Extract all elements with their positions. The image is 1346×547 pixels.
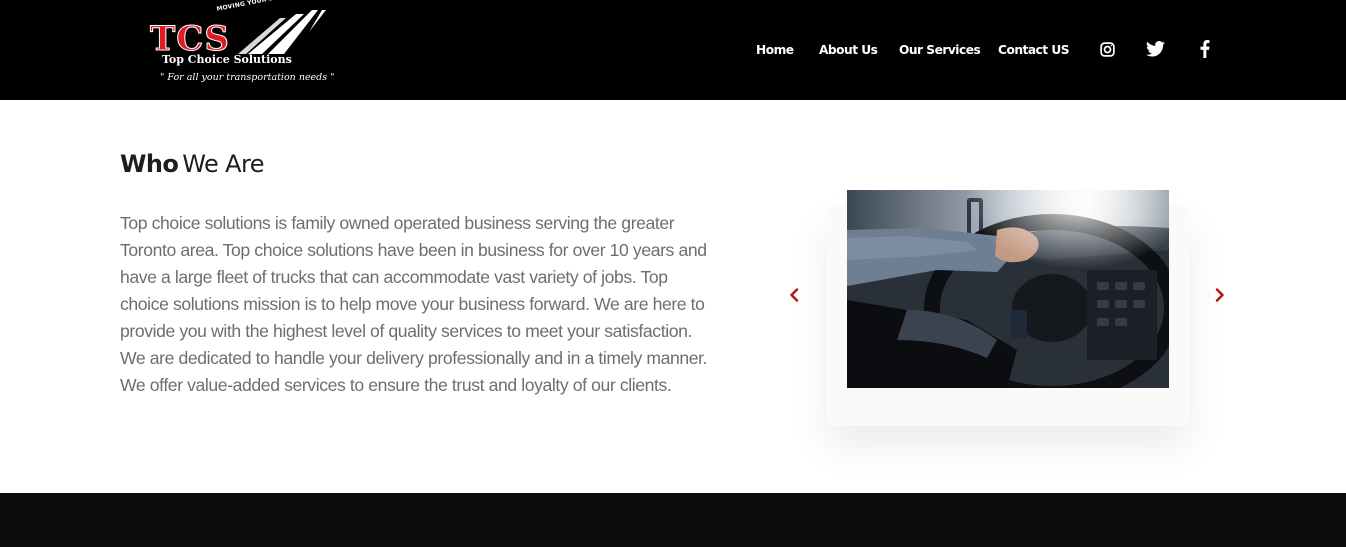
section-title: Who We Are [120,150,265,178]
site-footer [0,493,1346,547]
chevron-left-icon [790,288,799,302]
chevron-right-icon [1215,288,1224,302]
slider-prev-button[interactable] [785,285,803,305]
nav-item-home[interactable]: Home [756,41,794,59]
instagram-icon[interactable] [1097,39,1117,59]
nav-item-our-services[interactable]: Our Services [899,41,981,59]
site-header: MOVING YOUR BUSINESS FORWARD TCS Top Cho… [0,0,1346,100]
about-paragraph: Top choice solutions is family owned ope… [120,213,708,395]
logo-company-name: Top Choice Solutions [162,53,292,66]
slider-next-button[interactable] [1211,285,1229,305]
road-graphic-icon [238,10,326,54]
brand-logo[interactable]: MOVING YOUR BUSINESS FORWARD TCS Top Cho… [150,0,342,90]
twitter-icon[interactable] [1145,39,1165,59]
nav-item-contact-us[interactable]: Contact US [998,41,1070,59]
section-title-strong: Who [120,150,179,178]
truck-driver-image [847,190,1169,388]
logo-mark: TCS [150,19,230,59]
section-title-light: We Are [182,150,264,178]
logo-slogan: " For all your transportation needs " [160,72,335,83]
slider-image [847,190,1169,388]
facebook-icon[interactable] [1195,39,1215,59]
nav-item-about-us[interactable]: About Us [819,41,878,59]
